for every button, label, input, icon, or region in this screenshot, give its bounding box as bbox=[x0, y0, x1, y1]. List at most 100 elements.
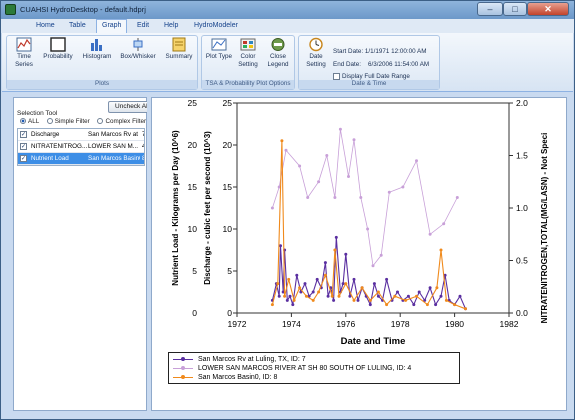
box-whisker-button[interactable]: Box/Whisker bbox=[117, 37, 159, 61]
data-point bbox=[330, 294, 334, 298]
data-point bbox=[270, 303, 274, 307]
radio-complex-filter-dot[interactable] bbox=[97, 118, 104, 125]
data-point bbox=[323, 273, 327, 277]
series-row[interactable]: ✓ Nutrient Load San Marcos Basin0 8 bbox=[18, 153, 144, 165]
series-checkbox[interactable]: ✓ bbox=[20, 143, 27, 150]
x-axis-label: Date and Time bbox=[341, 336, 406, 347]
data-point bbox=[298, 286, 302, 290]
data-point bbox=[393, 294, 397, 298]
y-right-tick-label: 2.0 bbox=[516, 98, 528, 108]
data-point bbox=[280, 139, 284, 143]
display-full-range-checkbox[interactable] bbox=[333, 73, 340, 80]
date-time-group-label: Date & Time bbox=[299, 80, 439, 89]
data-point bbox=[292, 298, 296, 302]
x-tick-label: 1980 bbox=[445, 319, 464, 329]
summary-icon bbox=[172, 37, 186, 52]
x-tick-label: 1972 bbox=[228, 319, 247, 329]
summary-button[interactable]: Summary bbox=[162, 37, 196, 61]
plots-group: Time Series Probability Histogram Box/Wh… bbox=[6, 35, 198, 90]
data-point bbox=[406, 294, 410, 298]
data-point bbox=[360, 286, 364, 290]
chart-legend[interactable]: San Marcos Rv at Luling, TX, ID: 7 LOWER… bbox=[168, 352, 460, 384]
y-inner-tick-label: 10 bbox=[223, 224, 233, 234]
series-row[interactable]: ✓ Discharge San Marcos Rv at Lu 7 bbox=[18, 129, 144, 141]
selection-tool-label: Selection Tool bbox=[17, 110, 58, 117]
series-checkbox[interactable]: ✓ bbox=[20, 131, 27, 138]
time-series-icon bbox=[16, 37, 32, 52]
data-point bbox=[317, 290, 321, 294]
data-point bbox=[283, 294, 287, 298]
radio-all[interactable]: ALL bbox=[20, 118, 39, 125]
x-tick-label: 1974 bbox=[282, 319, 301, 329]
data-point bbox=[359, 196, 363, 199]
data-point bbox=[291, 303, 295, 307]
data-point bbox=[385, 277, 389, 281]
menu-home[interactable]: Home bbox=[31, 21, 60, 30]
app-window: CUAHSI HydroDesktop - default.hdprj – □ … bbox=[0, 0, 575, 420]
selection-tool-options: ALL Simple Filter Complex Filter bbox=[20, 118, 146, 125]
series-checkbox[interactable]: ✓ bbox=[20, 155, 27, 162]
ribbon: Time Series Probability Histogram Box/Wh… bbox=[2, 33, 573, 92]
data-point bbox=[396, 290, 399, 294]
menu-edit[interactable]: Edit bbox=[132, 21, 154, 30]
menu-graph[interactable]: Graph bbox=[96, 19, 128, 33]
summary-label: Summary bbox=[165, 53, 193, 60]
date-setting-label: Date Setting bbox=[306, 53, 326, 68]
plot-type-icon bbox=[211, 38, 227, 51]
data-point bbox=[337, 294, 341, 298]
data-point bbox=[415, 159, 418, 163]
data-point bbox=[333, 196, 337, 199]
radio-complex-filter[interactable]: Complex Filter bbox=[97, 118, 146, 125]
title-bar[interactable]: CUAHSI HydroDesktop - default.hdprj – □ … bbox=[1, 1, 574, 19]
data-point bbox=[276, 282, 280, 286]
data-point bbox=[311, 290, 315, 294]
radio-simple-filter[interactable]: Simple Filter bbox=[46, 118, 90, 125]
series-variable: NITRATENITROG... bbox=[31, 143, 87, 150]
close-legend-button[interactable]: Close Legend bbox=[264, 37, 292, 69]
data-point bbox=[284, 148, 288, 152]
data-point bbox=[326, 294, 330, 298]
data-point bbox=[425, 303, 429, 307]
series-list: ✓ Discharge San Marcos Rv at Lu 7 ✓ NITR… bbox=[17, 128, 145, 166]
menu-hydromodeler[interactable]: HydroModeler bbox=[189, 21, 243, 30]
data-point bbox=[404, 298, 408, 302]
y-outer-tick-label: 5 bbox=[192, 266, 197, 276]
data-point bbox=[306, 196, 310, 199]
color-setting-button[interactable]: Color Setting bbox=[234, 37, 262, 69]
close-button[interactable]: ✕ bbox=[527, 2, 569, 16]
x-tick-label: 1978 bbox=[391, 319, 410, 329]
data-point bbox=[412, 303, 416, 307]
radio-simple-filter-dot[interactable] bbox=[46, 118, 53, 125]
y-inner-tick-label: 0 bbox=[227, 308, 232, 318]
probability-button[interactable]: Probability bbox=[40, 37, 76, 61]
data-point bbox=[453, 303, 457, 307]
menu-help[interactable]: Help bbox=[159, 21, 183, 30]
radio-all-dot[interactable] bbox=[20, 118, 26, 125]
menu-table[interactable]: Table bbox=[64, 21, 91, 30]
data-point bbox=[371, 264, 375, 268]
data-point bbox=[464, 307, 467, 311]
data-point bbox=[288, 294, 292, 298]
data-point bbox=[298, 164, 302, 168]
date-setting-button[interactable]: Date Setting bbox=[302, 37, 330, 69]
data-point bbox=[277, 294, 281, 298]
data-point bbox=[341, 282, 345, 286]
data-point bbox=[352, 298, 356, 302]
data-point bbox=[415, 294, 418, 298]
plot-type-button[interactable]: Plot Type bbox=[205, 37, 233, 61]
radio-complex-filter-label: Complex Filter bbox=[105, 118, 147, 125]
time-series-button[interactable]: Time Series bbox=[9, 37, 39, 69]
probability-label: Probability bbox=[43, 53, 73, 60]
y-axis-label-nutrient: Nutrient Load - Kilograms per Day (10^6) bbox=[171, 130, 180, 286]
data-point bbox=[417, 290, 421, 294]
data-point bbox=[270, 206, 274, 210]
maximize-button[interactable]: □ bbox=[503, 2, 527, 16]
data-point bbox=[315, 277, 319, 281]
series-row[interactable]: ✓ NITRATENITROG... LOWER SAN M... 4 bbox=[18, 141, 144, 153]
minimize-button[interactable]: – bbox=[477, 2, 503, 16]
box-whisker-label: Box/Whisker bbox=[120, 53, 156, 60]
histogram-button[interactable]: Histogram bbox=[79, 37, 115, 61]
series-site: LOWER SAN M... bbox=[88, 143, 139, 150]
legend-marker bbox=[181, 366, 185, 370]
y-inner-tick-label: 15 bbox=[223, 182, 233, 192]
